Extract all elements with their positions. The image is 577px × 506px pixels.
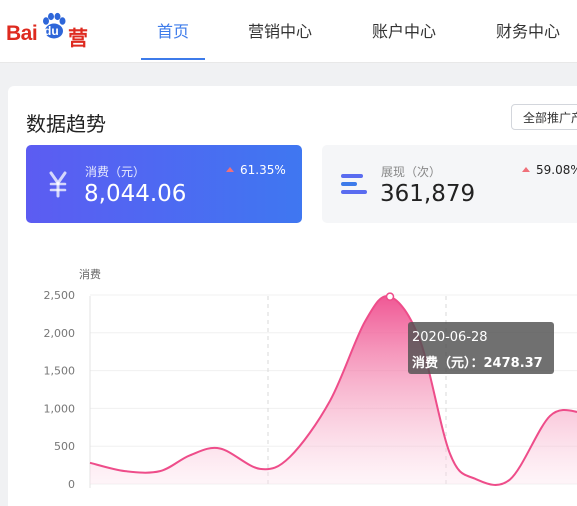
tooltip-value: 2478.37: [483, 356, 543, 371]
y-tick-label: 2,500: [44, 289, 76, 302]
peak-data-point[interactable]: [385, 292, 395, 301]
spend-trend-chart[interactable]: 2,500 2,000 1,500 1,000 500 0: [0, 0, 577, 488]
chart-tooltip: 2020-06-28 消费（元）：2478.37: [408, 322, 554, 374]
y-tick-label: 1,500: [44, 365, 76, 378]
tooltip-value-line: 消费（元）：2478.37: [412, 352, 543, 371]
y-tick-label: 0: [68, 478, 75, 488]
y-tick-label: 1,000: [44, 402, 76, 415]
y-tick-label: 2,000: [44, 327, 76, 340]
y-tick-label: 500: [54, 440, 75, 453]
tooltip-label: 消费（元）：: [412, 356, 484, 371]
tooltip-date: 2020-06-28: [412, 330, 488, 345]
